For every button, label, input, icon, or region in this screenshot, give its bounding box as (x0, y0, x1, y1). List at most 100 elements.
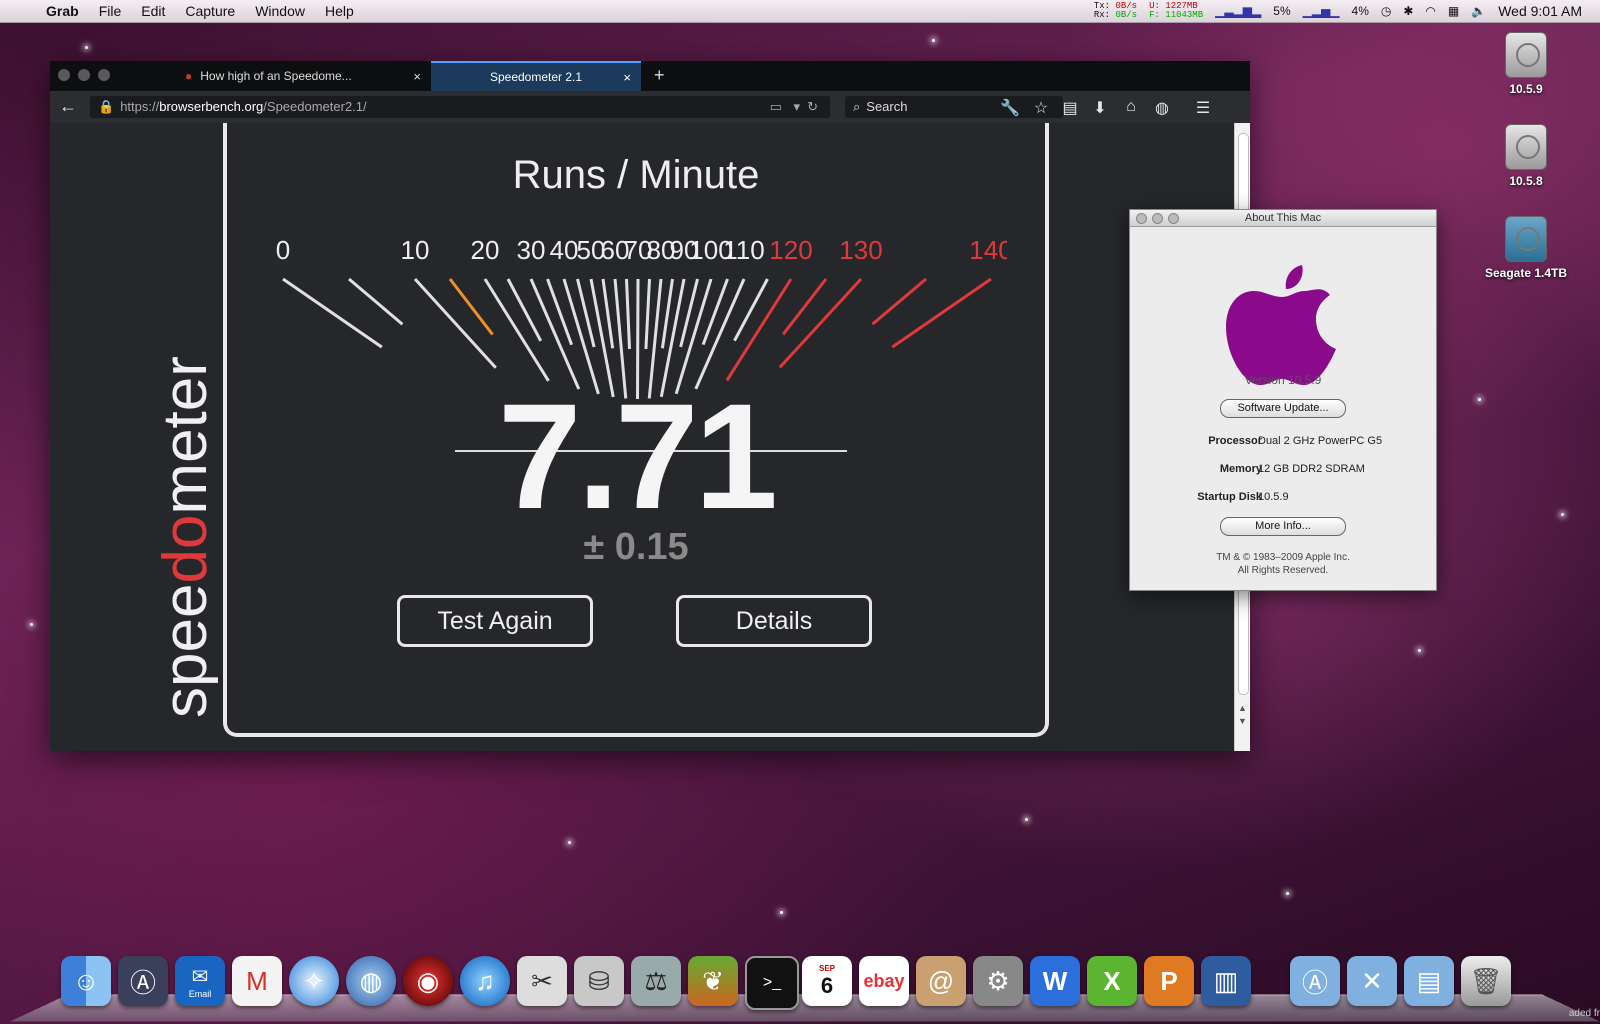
logo-text: speedometer (158, 356, 218, 718)
menu-edit[interactable]: Edit (131, 3, 175, 19)
close-tab-icon[interactable]: × (623, 70, 631, 85)
test-again-button[interactable]: Test Again (397, 595, 593, 647)
volume-icon[interactable]: 🔈 (1471, 4, 1486, 18)
system-profiler-icon[interactable]: ⚖ (631, 956, 681, 1006)
menu-file[interactable]: File (89, 3, 132, 19)
address-book-icon[interactable]: @ (916, 956, 966, 1006)
more-info-button[interactable]: More Info... (1220, 517, 1346, 536)
search-placeholder: Search (866, 99, 908, 114)
applications-folder-icon[interactable]: Ⓐ (1290, 956, 1340, 1006)
close-window-button[interactable] (58, 69, 70, 81)
os-version: Version 10.5.9 (1244, 373, 1322, 387)
word-icon[interactable]: W (1030, 956, 1080, 1006)
gmail-icon[interactable]: M (232, 956, 282, 1006)
reload-icon[interactable]: ↻ (807, 96, 818, 118)
system-preferences-icon[interactable]: ⚙ (973, 956, 1023, 1006)
hard-drive-icon (1505, 32, 1547, 78)
globe-icon[interactable]: ◍ (1152, 98, 1172, 118)
photo-app-icon[interactable]: ❦ (688, 956, 738, 1006)
disk-utility-icon[interactable]: ⛁ (574, 956, 624, 1006)
url-bar[interactable]: 🔒 https://browserbench.org/Speedometer2.1… (90, 96, 830, 118)
excel-icon[interactable]: X (1087, 956, 1137, 1006)
wifi-icon[interactable]: ◠ (1425, 4, 1435, 18)
zoom-window-button[interactable] (1168, 213, 1179, 224)
scroll-down-arrow-icon[interactable]: ▼ (1238, 716, 1247, 726)
cpu-graph-icon[interactable]: ▁▂▅▁ (1303, 4, 1340, 18)
chevron-down-icon[interactable]: ▾ (793, 96, 800, 118)
desktop-icon-label: 10.5.8 (1509, 174, 1543, 188)
tab-label: Speedometer 2.1 (489, 70, 583, 84)
menu-help[interactable]: Help (315, 3, 364, 19)
home-icon[interactable]: ⌂ (1121, 98, 1141, 116)
safari-icon[interactable]: ✧ (289, 956, 339, 1006)
desktop-drive-10-5-8[interactable]: 10.5.8 (1481, 124, 1571, 188)
star (780, 911, 783, 914)
ebay-icon[interactable]: ebay (859, 956, 909, 1006)
trash-icon[interactable]: 🗑 (1461, 956, 1511, 1006)
star (1286, 892, 1289, 895)
powerpoint-icon[interactable]: P (1144, 956, 1194, 1006)
itunes-icon[interactable]: ♫ (460, 956, 510, 1006)
chart-app-icon[interactable]: ▥ (1201, 956, 1251, 1006)
app-store-icon[interactable]: Ⓐ (118, 956, 168, 1006)
time-machine-icon[interactable]: ◷ (1381, 4, 1391, 18)
email-label: Email (188, 988, 212, 999)
menu-app-grab[interactable]: Grab (36, 3, 89, 19)
star (932, 39, 935, 42)
spec-key: Processor (1208, 435, 1262, 447)
calendar-month: SEP (818, 963, 835, 973)
ical-icon[interactable]: SEP 6 (802, 956, 852, 1006)
close-window-button[interactable] (1136, 213, 1147, 224)
flag-us-icon[interactable]: ▦ (1448, 4, 1459, 18)
back-icon[interactable]: ← (58, 96, 78, 117)
software-update-button[interactable]: Software Update... (1220, 399, 1346, 418)
dock: ☺ Ⓐ ✉ Email M ✧ ◍ ◉ ♫ ✂ ⛁ ⚖ ❦ >_ SEP 6 eb… (10, 948, 1600, 1024)
bookmark-star-icon[interactable]: ☆ (1031, 98, 1051, 118)
net-rx-value: 0B/s (1115, 10, 1138, 20)
url-path: /Speedometer2.1/ (263, 99, 367, 114)
zoom-window-button[interactable] (98, 69, 110, 81)
tab-speedometer[interactable]: Speedometer 2.1 × (431, 61, 641, 91)
cpu-2-percent[interactable]: 4% (1352, 4, 1369, 18)
desktop-drive-seagate[interactable]: Seagate 1.4TB (1481, 216, 1571, 280)
details-button[interactable]: Details (676, 595, 872, 647)
close-tab-icon[interactable]: × (413, 69, 421, 84)
menu-extras: Tx: 0B/s Rx: 0B/s U: 1227MB F: 11043MB ▁… (1094, 0, 1582, 22)
new-tab-button[interactable]: + (654, 65, 665, 86)
hamburger-menu-icon[interactable]: ☰ (1193, 98, 1213, 118)
network-monitor[interactable]: Tx: 0B/s Rx: 0B/s (1094, 2, 1137, 20)
net-rx-label: Rx: (1093, 10, 1111, 20)
clipboard-icon[interactable]: ▤ (1060, 98, 1080, 118)
download-icon[interactable]: ⬇ (1090, 98, 1110, 118)
score-value: 7.71 (498, 372, 778, 540)
mozilla-icon[interactable]: ◉ (403, 956, 453, 1006)
menu-window[interactable]: Window (245, 3, 315, 19)
outlook-email-icon[interactable]: ✉ Email (175, 956, 225, 1006)
finder-icon[interactable]: ☺ (61, 956, 111, 1006)
reader-view-icon[interactable]: ▭ (770, 96, 782, 118)
terminal-icon[interactable]: >_ (745, 956, 799, 1010)
menu-clock[interactable]: Wed 9:01 AM (1498, 3, 1582, 19)
copyright-line: TM & © 1983–2009 Apple Inc. (1216, 552, 1350, 563)
memory-monitor[interactable]: U: 1227MB F: 11043MB (1149, 2, 1203, 20)
desktop-drive-10-5-9[interactable]: 10.5.9 (1481, 32, 1571, 96)
gauge-tick-label: 130 (839, 235, 882, 265)
tab-speedometer-question[interactable]: ● How high of an Speedome... × (175, 61, 431, 91)
gauge-tick (601, 278, 615, 349)
bluetooth-icon[interactable]: ✱ (1403, 4, 1413, 18)
utilities-folder-icon[interactable]: ✕ (1347, 956, 1397, 1006)
documents-folder-icon[interactable]: ▤ (1404, 956, 1454, 1006)
search-icon: ⌕ (853, 99, 861, 114)
minimize-window-button[interactable] (78, 69, 90, 81)
wrench-icon[interactable]: 🔧 (1000, 98, 1020, 118)
globe-browser-icon[interactable]: ◍ (346, 956, 396, 1006)
star (1418, 649, 1421, 652)
calendar-day: 6 (820, 972, 834, 998)
cpu-1-percent[interactable]: 5% (1273, 4, 1290, 18)
cpu-graph-icon[interactable]: ▁▃▂▆▂ (1215, 4, 1261, 18)
scissors-utility-icon[interactable]: ✂ (517, 956, 567, 1006)
scroll-up-arrow-icon[interactable]: ▲ (1238, 703, 1247, 713)
menu-capture[interactable]: Capture (175, 3, 245, 19)
minimize-window-button[interactable] (1152, 213, 1163, 224)
about-title-bar[interactable]: About This Mac (1130, 210, 1436, 227)
